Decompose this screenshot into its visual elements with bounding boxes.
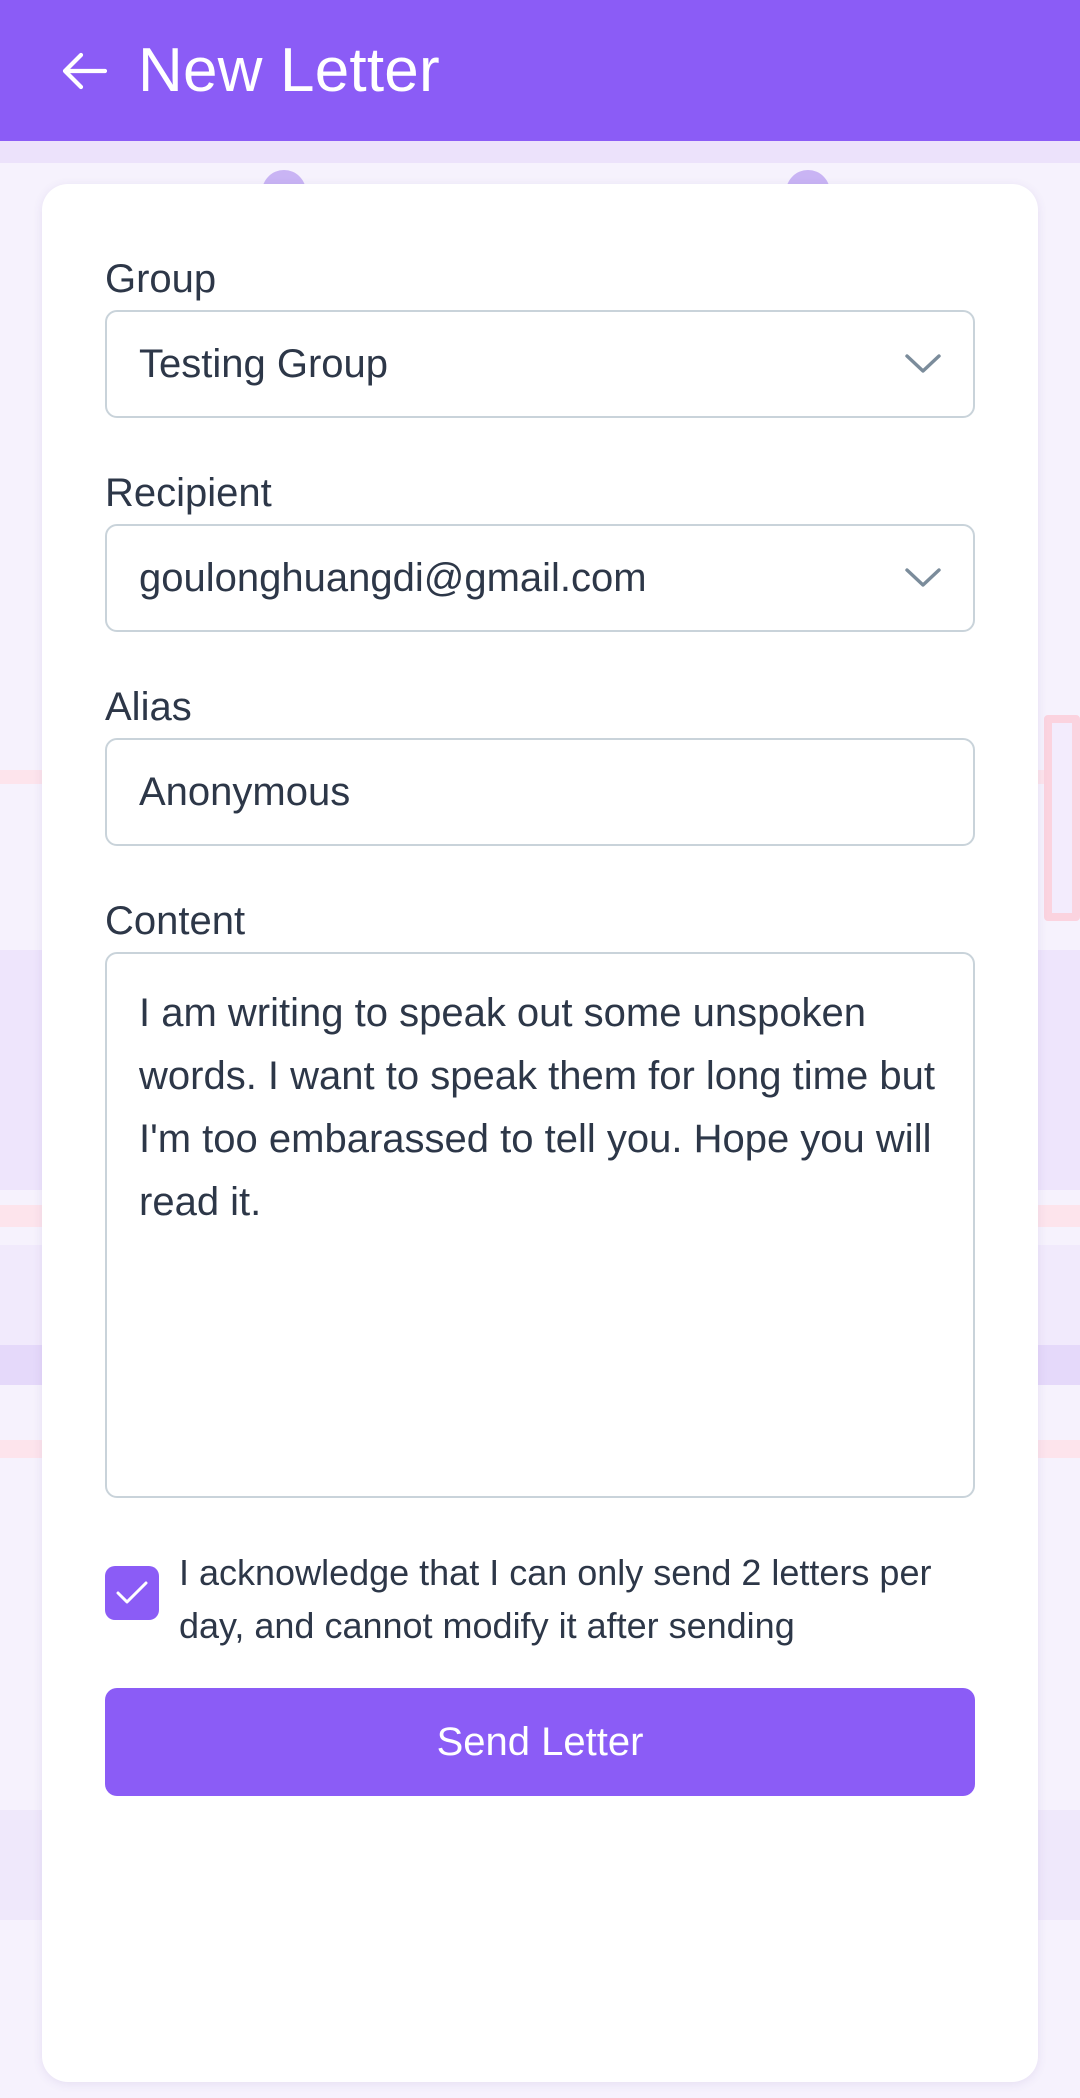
arrow-left-icon [62, 52, 107, 89]
group-select-value: Testing Group [139, 341, 389, 386]
chevron-down-icon [903, 558, 943, 598]
acknowledge-checkbox[interactable] [105, 1566, 159, 1620]
alias-label: Alias [105, 685, 192, 729]
recipient-select-value: goulonghuangdi@gmail.com [139, 555, 647, 600]
group-select[interactable]: Testing Group [105, 310, 975, 418]
alias-input-value: Anonymous [139, 769, 351, 814]
acknowledge-row: I acknowledge that I can only send 2 let… [105, 1546, 975, 1652]
group-label: Group [105, 257, 217, 301]
letter-form-card: Group Testing Group Recipient goulonghua… [42, 184, 1038, 2082]
recipient-select[interactable]: goulonghuangdi@gmail.com [105, 524, 975, 632]
check-icon [116, 1581, 148, 1604]
content-textarea[interactable]: I am writing to speak out some unspoken … [105, 952, 975, 1498]
background-band [0, 141, 1080, 163]
chevron-down-icon [903, 344, 943, 384]
app-bar: New Letter [0, 0, 1080, 141]
acknowledge-text: I acknowledge that I can only send 2 let… [179, 1552, 932, 1646]
back-button[interactable] [58, 45, 110, 97]
content-label: Content [105, 899, 246, 943]
recipient-label: Recipient [105, 471, 272, 515]
background-block [1044, 715, 1080, 921]
page-title: New Letter [138, 36, 440, 105]
send-letter-button[interactable]: Send Letter [105, 1688, 975, 1796]
alias-input[interactable]: Anonymous [105, 738, 975, 846]
